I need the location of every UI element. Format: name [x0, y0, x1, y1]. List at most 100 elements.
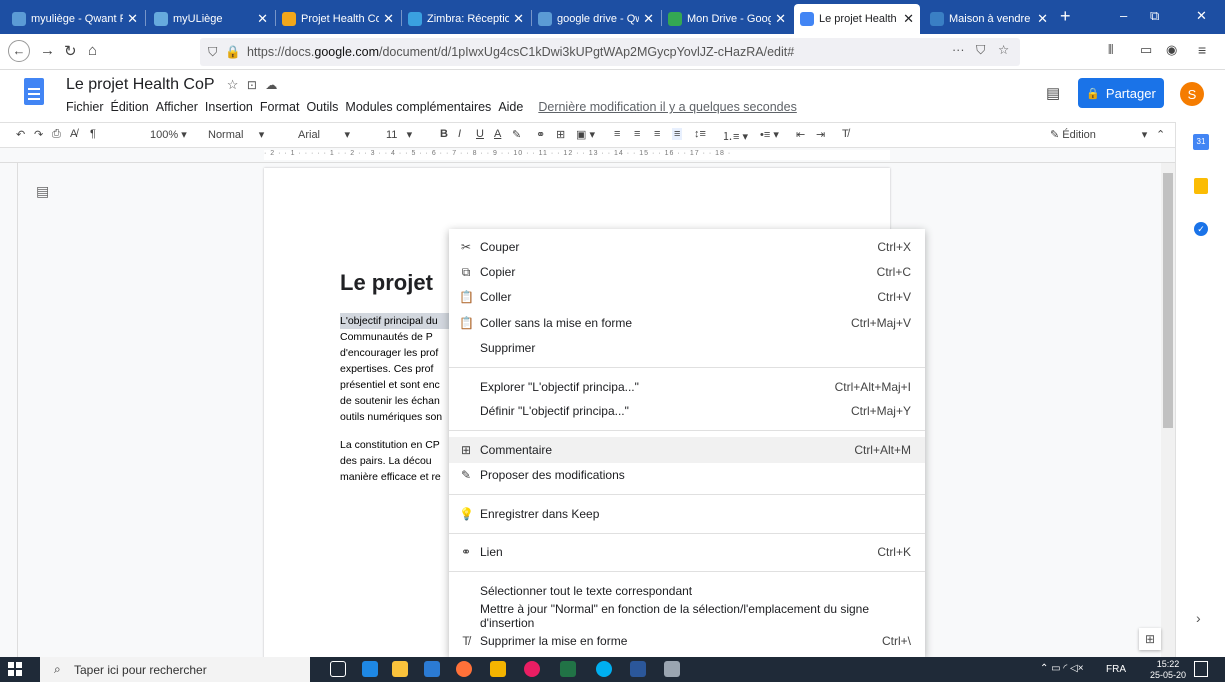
avatar[interactable]: S [1180, 82, 1204, 106]
skype-icon[interactable] [596, 661, 612, 677]
document-paragraph-1[interactable]: L'objectif principal du Communautés de P… [340, 313, 450, 425]
menu-item-mettre-a-jour-normal[interactable]: Mettre à jour "Normal" en fonction de la… [449, 602, 925, 630]
highlight-icon[interactable]: ✎ [512, 128, 521, 141]
menu-insertion[interactable]: Insertion [205, 100, 253, 114]
close-icon[interactable]: ✕ [1037, 11, 1048, 27]
clear-formatting-icon[interactable]: T̸ [842, 128, 849, 140]
close-icon[interactable]: ✕ [383, 11, 394, 27]
new-tab-icon[interactable]: + [1060, 6, 1071, 27]
close-icon[interactable]: ✕ [127, 11, 138, 27]
reload-icon[interactable]: ↻ [64, 42, 77, 60]
insert-image-icon[interactable]: ▣ ▾ [576, 128, 595, 141]
menu-item-proposer-modifications[interactable]: ✎ Proposer des modifications [449, 462, 925, 488]
keep-icon[interactable] [1194, 178, 1208, 194]
spellcheck-icon[interactable]: A̸ [70, 128, 77, 140]
vertical-scrollbar[interactable] [1161, 163, 1175, 657]
edge-icon[interactable] [362, 661, 378, 677]
close-icon[interactable]: ✕ [903, 11, 914, 27]
increase-indent-icon[interactable]: ⇥ [816, 128, 825, 141]
minimize-icon[interactable]: – [1120, 8, 1127, 23]
clock[interactable]: 15:22 25-05-20 [1150, 659, 1186, 681]
tab-le-projet-health-cop[interactable]: Le projet Health Co ✕ [794, 4, 920, 34]
star-icon[interactable]: ☆ [227, 77, 239, 92]
undo-icon[interactable]: ↶ [16, 128, 25, 141]
window-close-icon[interactable]: ✕ [1196, 8, 1207, 24]
ruler-marks[interactable]: · 2 · · 1 · · · · · 1 · · 2 · · 3 · · 4 … [264, 150, 890, 160]
account-icon[interactable]: ◉ [1166, 42, 1177, 58]
menu-item-coller[interactable]: 📋 Coller Ctrl+V [449, 284, 925, 310]
notifications-icon[interactable] [1194, 661, 1208, 677]
cloud-status-icon[interactable]: ☁ [265, 78, 277, 92]
align-left-icon[interactable]: ≡ [614, 128, 620, 140]
tab-zimbra[interactable]: Zimbra: Réception ( ✕ [402, 4, 530, 34]
menu-item-couper[interactable]: ✂ Couper Ctrl+X [449, 234, 925, 260]
align-center-icon[interactable]: ≡ [634, 128, 640, 140]
restore-icon[interactable]: ⧉ [1150, 8, 1159, 24]
font-size-select[interactable]: 11 ▾ [386, 128, 412, 141]
style-select[interactable]: Normal ▾ [208, 128, 264, 141]
menu-modules[interactable]: Modules complémentaires [345, 100, 491, 114]
docs-logo-icon[interactable] [24, 78, 44, 105]
firefox-icon[interactable] [456, 661, 472, 677]
menu-item-lien[interactable]: ⚭ Lien Ctrl+K [449, 539, 925, 565]
chat-icon[interactable] [524, 661, 540, 677]
tab-mon-drive[interactable]: Mon Drive - Google ✕ [662, 4, 792, 34]
menu-format[interactable]: Format [260, 100, 300, 114]
menu-item-commentaire[interactable]: ⊞ Commentaire Ctrl+Alt+M [449, 437, 925, 463]
url-bar[interactable]: ⛉ 🔒 https://docs. google.com/document/d/1… [200, 38, 1020, 66]
tab-projet-health-cop[interactable]: Projet Health CoP ✕ [276, 4, 400, 34]
share-button[interactable]: 🔒 Partager [1078, 78, 1164, 108]
print-icon[interactable]: ⎙ [52, 128, 61, 141]
document-heading[interactable]: Le projet [340, 270, 433, 296]
page-actions-icon[interactable]: ··· [952, 43, 965, 57]
decrease-indent-icon[interactable]: ⇤ [796, 128, 805, 141]
sticky-notes-icon[interactable] [490, 661, 506, 677]
menu-item-definir[interactable]: Définir "L'objectif principa..." Ctrl+Maj… [449, 398, 925, 424]
excel-icon[interactable] [560, 661, 576, 677]
editing-mode-select[interactable]: ✎ Édition ▾ [1050, 128, 1147, 141]
menu-afficher[interactable]: Afficher [156, 100, 198, 114]
bookmark-star-icon[interactable]: ☆ [998, 42, 1009, 57]
back-icon[interactable]: ← [8, 40, 30, 62]
menu-fichier[interactable]: Fichier [66, 100, 104, 114]
taskbar-search[interactable]: ⌕ Taper ici pour rechercher [40, 657, 310, 682]
align-right-icon[interactable]: ≡ [654, 128, 660, 140]
underline-icon[interactable]: U [476, 128, 484, 140]
redo-icon[interactable]: ↷ [34, 128, 43, 141]
chevron-right-icon[interactable]: › [1196, 610, 1201, 626]
vscode-icon[interactable] [424, 661, 440, 677]
menu-edition[interactable]: Édition [111, 100, 149, 114]
menu-item-explorer[interactable]: Explorer "L'objectif principa..." Ctrl+Al… [449, 374, 925, 400]
outline-icon[interactable]: ▤ [36, 183, 49, 200]
align-justify-icon[interactable]: ≡ [672, 128, 683, 140]
system-tray-icons[interactable]: ⌃ ▭ ◜ ◁× [1040, 663, 1084, 674]
menu-item-supprimer-mise-en-forme[interactable]: T̸ Supprimer la mise en forme Ctrl+\ [449, 628, 925, 654]
last-edit-link[interactable]: Dernière modification il y a quelques se… [538, 100, 796, 114]
scrollbar-thumb[interactable] [1163, 173, 1173, 428]
tasks-icon[interactable]: ✓ [1194, 222, 1208, 236]
comments-icon[interactable]: ▤ [1046, 84, 1060, 102]
bulleted-list-icon[interactable]: •≡ ▾ [760, 128, 779, 141]
task-view-icon[interactable] [330, 661, 346, 677]
sidebar-toggle-icon[interactable]: ▭ [1140, 42, 1152, 58]
paint-format-icon[interactable]: ¶ [90, 128, 96, 140]
menu-item-enregistrer-keep[interactable]: 💡 Enregistrer dans Keep [449, 501, 925, 527]
close-icon[interactable]: ✕ [775, 11, 786, 27]
windows-start-icon[interactable] [8, 662, 22, 676]
document-title[interactable]: Le projet Health CoP ☆ ⊡ ☁ [66, 76, 277, 94]
menu-item-coller-sans-mise-en-forme[interactable]: 📋 Coller sans la mise en forme Ctrl+Maj+V [449, 310, 925, 336]
menu-item-copier[interactable]: ⧉ Copier Ctrl+C [449, 259, 925, 285]
text-color-icon[interactable]: A [494, 128, 501, 140]
library-icon[interactable]: ⫴ [1108, 42, 1113, 58]
word-icon[interactable] [630, 661, 646, 677]
menu-item-supprimer[interactable]: Supprimer [449, 335, 925, 361]
close-icon[interactable]: ✕ [513, 11, 524, 27]
document-paragraph-2[interactable]: La constitution en CP des pairs. La déco… [340, 437, 450, 485]
numbered-list-icon[interactable]: ⒈≡ ▾ [722, 128, 748, 144]
bold-icon[interactable]: B [440, 128, 448, 140]
menu-outils[interactable]: Outils [306, 100, 338, 114]
menu-item-selectionner-tout[interactable]: Sélectionner tout le texte correspondant [449, 578, 925, 604]
hamburger-menu-icon[interactable]: ≡ [1198, 42, 1206, 58]
close-icon[interactable]: ✕ [257, 11, 268, 27]
tab-qwant-myuliege[interactable]: myuliège - Qwant F ✕ [6, 4, 144, 34]
